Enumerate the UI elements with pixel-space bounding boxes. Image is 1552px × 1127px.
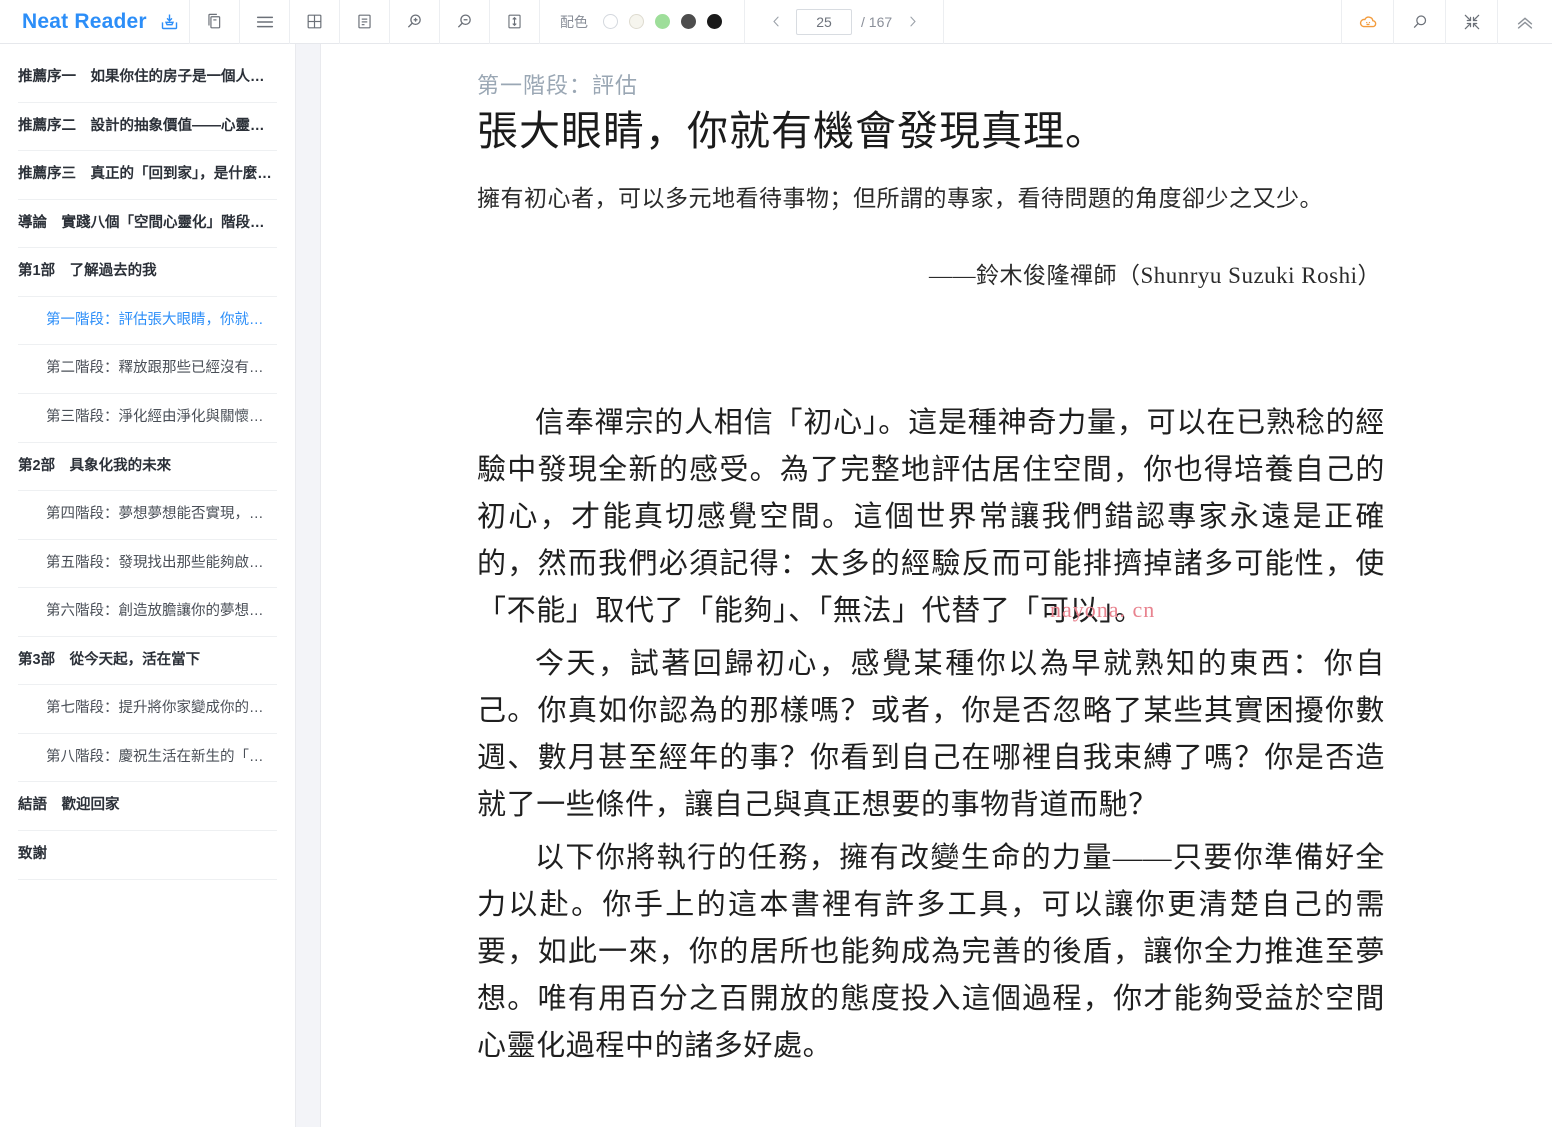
duplicate-pages-icon[interactable] — [190, 0, 240, 44]
toc-item[interactable]: 結語 歡迎回家 — [18, 782, 277, 831]
toc-item[interactable]: 推薦序二 設計的抽象價值——心靈整修 — [18, 103, 277, 152]
color-swatch-cream[interactable] — [629, 14, 644, 29]
color-swatch-green[interactable] — [655, 14, 670, 29]
app-title: Neat Reader — [22, 9, 147, 33]
chapter-title: 張大眼睛，你就有機會發現真理。 — [477, 108, 1107, 154]
body-paragraph: 以下你將執行的任務，擁有改變生命的力量——只要你準備好全力以赴。你手上的這本書裡… — [477, 841, 1385, 1062]
toc-item[interactable]: 第2部 具象化我的未來 — [18, 443, 277, 492]
toc-item[interactable]: 第五階段：發現找出那些能夠啟… — [18, 540, 277, 589]
compress-icon[interactable] — [1446, 0, 1498, 44]
color-swatch-gray[interactable] — [681, 14, 696, 29]
save-to-bookshelf-icon[interactable] — [159, 11, 180, 32]
page-number-input[interactable] — [796, 8, 852, 35]
zoom-in-icon[interactable] — [390, 0, 440, 44]
toc-item[interactable]: 第六階段：創造放膽讓你的夢想… — [18, 588, 277, 637]
next-page-button[interactable] — [901, 9, 923, 35]
collapse-chevrons-up-icon[interactable] — [1498, 0, 1552, 44]
total-pages-label: / 167 — [861, 13, 893, 30]
toc-item[interactable]: 推薦序三 真正的「回到家」，是什麼… — [18, 151, 277, 200]
sidebar-page-gutter — [295, 44, 321, 1127]
color-swatch-white[interactable] — [603, 14, 618, 29]
body-prose: 信奉禪宗的人相信「初心」。這是種神奇力量，可以在已熟稔的經驗中發現全新的感受。為… — [477, 400, 1385, 1070]
previous-page-button[interactable] — [765, 9, 787, 35]
brand-group: Neat Reader — [0, 0, 190, 44]
page-content: 第一階段：評估 張大眼睛，你就有機會發現真理。 擁有初心者，可以多元地看待事物；… — [477, 68, 1385, 1076]
body-paragraph: 信奉禪宗的人相信「初心」。這是種神奇力量，可以在已熟稔的經驗中發現全新的感受。為… — [477, 407, 1385, 627]
toc-item[interactable]: 第一階段：評估張大眼睛，你就… — [18, 297, 277, 346]
hamburger-menu-icon[interactable] — [240, 0, 290, 44]
toc-item[interactable]: 第1部 了解過去的我 — [18, 248, 277, 297]
color-scheme-group: 配色 — [540, 0, 745, 44]
top-toolbar: Neat Reader 配色 25 / 167 — [0, 0, 1552, 44]
epigraph-text: 擁有初心者，可以多元地看待事物；但所謂的專家，看待問題的角度卻少之又少。 — [477, 186, 1323, 212]
toc-item[interactable]: 導論 實踐八個「空間心靈化」階段，… — [18, 200, 277, 249]
cloud-sync-icon[interactable] — [1342, 0, 1394, 44]
toc-list: 推薦序一 如果你住的房子是一個人，… 推薦序二 設計的抽象價值——心靈整修 推薦序三… — [0, 44, 295, 880]
toolbar-right-group — [1341, 0, 1552, 44]
toc-item[interactable]: 第八階段：慶祝生活在新生的「… — [18, 734, 277, 783]
reader-page: 第一階段：評估 張大眼睛，你就有機會發現真理。 擁有初心者，可以多元地看待事物；… — [322, 44, 1552, 1127]
toc-item[interactable]: 推薦序一 如果你住的房子是一個人，… — [18, 54, 277, 103]
toc-item[interactable]: 第3部 從今天起，活在當下 — [18, 637, 277, 686]
notes-panel-icon[interactable] — [340, 0, 390, 44]
body-paragraph: 今天，試著回歸初心，感覺某種你以為早就熟知的東西：你自己。你真如你認為的那樣嗎？… — [477, 647, 1385, 821]
color-scheme-label: 配色 — [560, 13, 588, 30]
epigraph-attribution: ——鈴木俊隆禪師（Shunryu Suzuki Roshi） — [928, 263, 1381, 289]
chapter-kicker: 第一階段：評估 — [477, 73, 639, 98]
table-of-contents-sidebar: 推薦序一 如果你住的房子是一個人，… 推薦序二 設計的抽象價值——心靈整修 推薦序三… — [0, 44, 295, 1127]
page-navigation: / 167 — [745, 0, 945, 44]
search-icon[interactable] — [1394, 0, 1446, 44]
color-swatch-black[interactable] — [707, 14, 722, 29]
toc-item[interactable]: 第三階段：淨化經由淨化與關懷… — [18, 394, 277, 443]
zoom-out-icon[interactable] — [440, 0, 490, 44]
toc-item[interactable]: 第二階段：釋放跟那些已經沒有… — [18, 345, 277, 394]
fit-height-icon[interactable] — [490, 0, 540, 44]
toc-item[interactable]: 第四階段：夢想夢想能否實現，… — [18, 491, 277, 540]
toc-item[interactable]: 致謝 — [18, 831, 277, 880]
toc-item[interactable]: 第七階段：提升將你家變成你的… — [18, 685, 277, 734]
grid-layout-icon[interactable] — [290, 0, 340, 44]
